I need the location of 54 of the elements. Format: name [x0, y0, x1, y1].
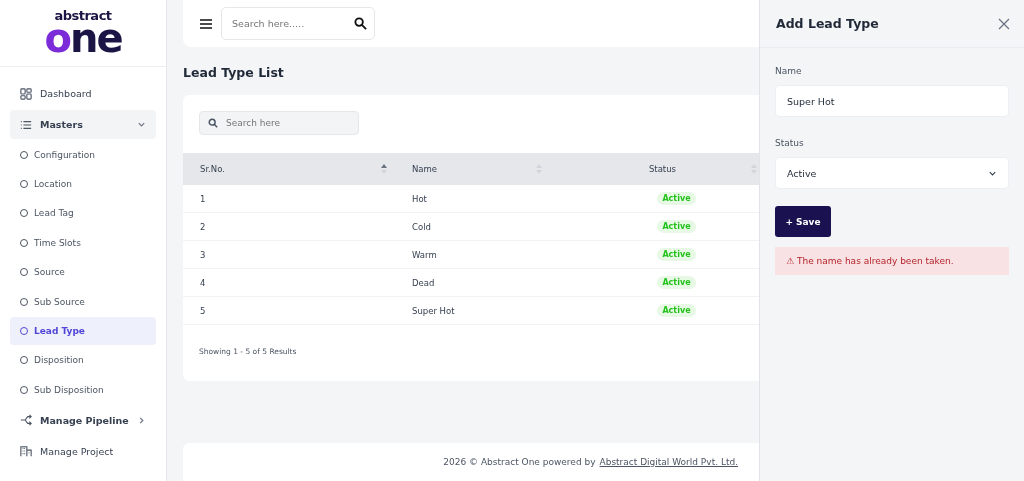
status-badge: Active	[657, 248, 696, 261]
sidebar-item[interactable]: Masters	[10, 110, 156, 139]
table-cell: Dead	[412, 277, 435, 288]
field-label: Status	[775, 138, 805, 148]
sidebar-subitem[interactable]: Time Slots	[10, 229, 156, 257]
name-input-field[interactable]: Super Hot	[775, 85, 1009, 117]
status-select[interactable]: Active	[775, 157, 1009, 189]
grid-icon	[20, 87, 32, 100]
column-header[interactable]: Status	[648, 164, 676, 174]
list-icon	[20, 118, 32, 131]
sidebar-subitem[interactable]: Source	[10, 258, 156, 286]
sidebar-item[interactable]: Manage Pipeline	[10, 405, 156, 435]
sort-icon[interactable]	[381, 164, 387, 174]
search-field[interactable]: Search here.....	[221, 7, 375, 40]
search-icon	[208, 118, 218, 128]
building-icon	[20, 445, 32, 457]
table-cell: 5	[200, 305, 206, 316]
status-badge: Active	[657, 192, 696, 205]
menu-icon[interactable]	[199, 16, 213, 31]
page-title: Lead Type List	[183, 65, 284, 80]
sidebar-item[interactable]: Manage Project	[10, 436, 156, 466]
sidebar-subitem[interactable]: Location	[10, 170, 156, 198]
save-button[interactable]: + Save	[775, 206, 831, 237]
status-badge: Active	[657, 220, 696, 233]
error-alert: ⚠ The name has already been taken.	[775, 247, 1009, 275]
sidebar-subitem[interactable]: Disposition	[10, 346, 156, 375]
flow-icon	[20, 414, 32, 426]
sidebar-subitem[interactable]: Sub Source	[10, 287, 156, 316]
close-icon[interactable]	[998, 17, 1010, 30]
table-cell: Super Hot	[412, 305, 455, 316]
panel-title: Add Lead Type	[776, 16, 879, 31]
search-icon[interactable]	[354, 17, 367, 30]
field-label: Name	[775, 66, 803, 76]
footer-link[interactable]: Abstract Digital World Pvt. Ltd.	[599, 457, 738, 467]
sidebar-item[interactable]: Dashboard	[10, 79, 156, 108]
table-cell: Warm	[412, 249, 437, 260]
column-header[interactable]: Sr.No.	[200, 164, 225, 174]
table-cell: Cold	[412, 221, 431, 232]
table-cell: Hot	[412, 193, 427, 204]
footer-text: 2026 © Abstract One powered by	[443, 457, 596, 467]
table-cell: 3	[200, 249, 206, 260]
chevron-icon	[137, 415, 146, 425]
sidebar-subitem[interactable]: Lead Tag	[10, 199, 156, 228]
chevron-icon	[137, 120, 146, 129]
status-badge: Active	[657, 304, 696, 317]
table-cell: 2	[200, 221, 206, 232]
status-badge: Active	[657, 276, 696, 289]
table-cell: 4	[200, 277, 206, 288]
sidebar-subitem[interactable]: Configuration	[10, 141, 156, 169]
table-cell: 1	[200, 193, 206, 204]
sidebar-subitem[interactable]: Lead Type	[10, 317, 156, 345]
sidebar-subitem[interactable]: Sub Disposition	[10, 376, 156, 404]
column-header[interactable]: Name	[412, 164, 438, 174]
table-search-field[interactable]: Search here	[199, 111, 359, 135]
